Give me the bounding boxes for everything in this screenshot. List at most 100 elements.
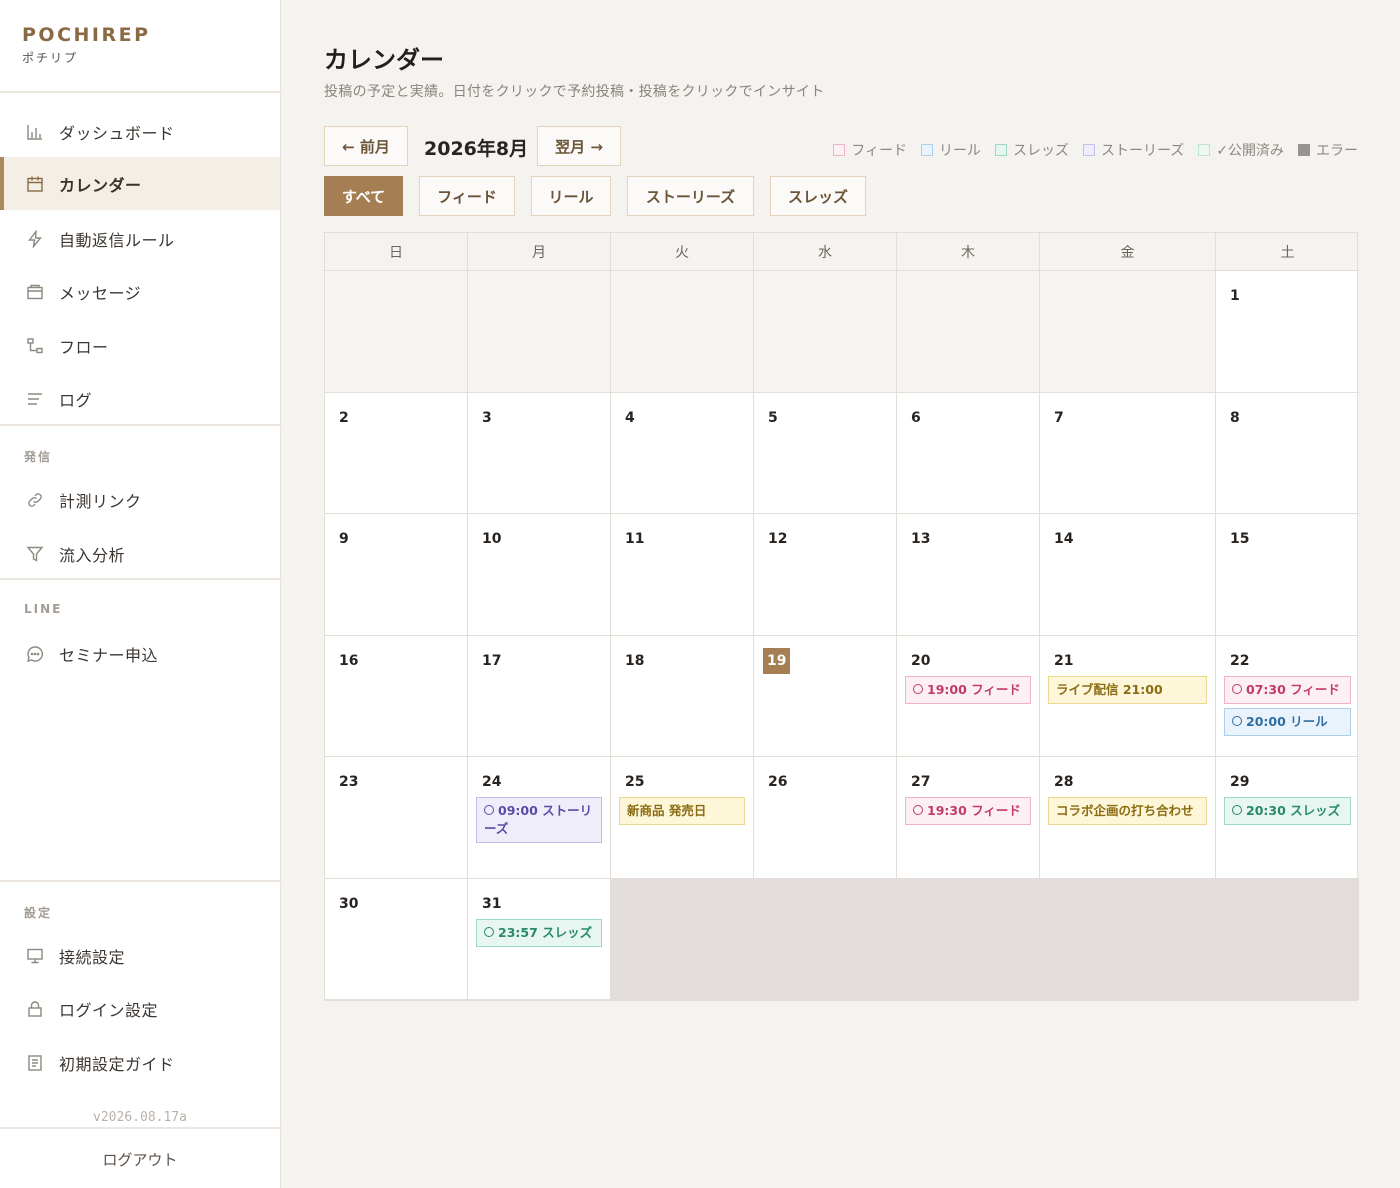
brand[interactable]: POCHIREP ポチリプ (22, 24, 151, 66)
calendar-day[interactable]: 22 07:30 フィード 20:00 リール (1216, 636, 1359, 757)
lightning-icon (25, 229, 45, 249)
day-number: 8 (1230, 409, 1240, 426)
calendar-day[interactable]: 30 (325, 878, 468, 1000)
post-chip-feed[interactable]: 07:30 フィード (1224, 675, 1351, 704)
weekday-wed: 水 (754, 233, 897, 271)
sidebar-item-auto-reply[interactable]: 自動返信ルール (0, 212, 280, 265)
event-chip-memo[interactable]: 新商品 発売日 (619, 797, 745, 825)
day-number: 22 (1230, 652, 1250, 669)
event-chip-memo[interactable]: コラボ企画の打ち合わせ (1048, 797, 1207, 825)
sidebar-item-label: ダッシュボード (59, 123, 175, 143)
post-chip-reel[interactable]: 20:00 リール (1224, 707, 1351, 736)
chat-bubble-icon (25, 644, 45, 664)
calendar-week: 9 10 11 12 13 14 15 (325, 514, 1359, 636)
sidebar-item-traffic-analysis[interactable]: 流入分析 (0, 527, 280, 580)
post-chip-threads[interactable]: 20:30 スレッズ (1224, 797, 1351, 825)
link-icon (25, 490, 45, 510)
sidebar-item-flow[interactable]: フロー (0, 319, 280, 372)
calendar-week: 30 31 23:57 スレッズ (325, 878, 1359, 1000)
calendar-day[interactable]: 3 (468, 392, 611, 514)
page-subtitle: 投稿の予定と実績。日付をクリックで予約投稿・投稿をクリックでインサイト (324, 84, 825, 100)
calendar-day[interactable]: 20 19:00 フィード (897, 635, 1040, 757)
next-month-button[interactable]: 翌月 → (537, 126, 621, 166)
filter-stories[interactable]: ストーリーズ (627, 176, 754, 216)
filter-all[interactable]: すべて (324, 176, 403, 216)
legend-swatch (994, 144, 1007, 156)
filter-feed[interactable]: フィード (419, 176, 515, 216)
event-chip-label: コラボ企画の打ち合わせ (1056, 803, 1194, 818)
day-number: 11 (625, 531, 645, 547)
post-chip-feed[interactable]: 19:00 フィード (905, 675, 1031, 704)
filter-icon (25, 544, 45, 564)
day-number: 25 (625, 774, 645, 790)
day-number: 16 (339, 652, 359, 669)
sidebar-item-calendar[interactable]: カレンダー (0, 157, 280, 210)
calendar-day[interactable]: 21 ライブ配信 21:00 (1040, 635, 1216, 757)
filter-threads[interactable]: スレッズ (770, 176, 866, 216)
calendar-day[interactable]: 16 (325, 635, 468, 757)
sidebar-item-login-settings[interactable]: ログイン設定 (0, 982, 280, 1035)
calendar-grid: 日 月 火 水 木 金 土 1 2 3 4 5 6 7 8 9 10 11 12… (324, 232, 1359, 1001)
calendar-day[interactable]: 2 (325, 392, 468, 514)
sidebar-item-label: フロー (59, 337, 109, 357)
calendar-day[interactable]: 6 (897, 392, 1040, 514)
sidebar-item-setup-guide[interactable]: 初期設定ガイド (0, 1036, 280, 1089)
sidebar-item-dashboard[interactable]: ダッシュボード (0, 105, 280, 158)
calendar-day[interactable]: 1 (1216, 271, 1359, 393)
day-number: 10 (482, 531, 502, 547)
sidebar-item-messages[interactable]: メッセージ (0, 265, 280, 318)
calendar-day[interactable]: 17 (468, 635, 611, 757)
post-chip-feed[interactable]: 19:30 フィード (905, 797, 1031, 825)
calendar-day[interactable]: 15 (1216, 514, 1359, 636)
day-number: 15 (1230, 531, 1250, 547)
sidebar-item-log[interactable]: ログ (0, 372, 280, 425)
calendar-day[interactable]: 4 (611, 392, 754, 514)
post-chip-label: 20:00 リール (1246, 713, 1328, 729)
calendar-day[interactable]: 14 (1040, 514, 1216, 636)
day-number: 14 (1054, 531, 1074, 547)
post-chip-label: 19:30 フィード (927, 803, 1021, 818)
prev-month-button[interactable]: ← 前月 (324, 126, 408, 166)
calendar-day[interactable]: 18 (611, 635, 754, 757)
day-number-today: 19 (763, 647, 791, 674)
calendar-day[interactable]: 8 (1216, 393, 1359, 514)
calendar-day[interactable]: 27 19:30 フィード (897, 757, 1040, 879)
calendar-icon (25, 174, 45, 194)
calendar-day[interactable]: 26 (754, 757, 897, 879)
calendar-day[interactable]: 23 (325, 757, 468, 879)
lock-icon (25, 999, 45, 1019)
day-number: 1 (1230, 288, 1240, 304)
post-chip-stories[interactable]: 09:00 ストーリーズ (476, 797, 602, 843)
filter-reel[interactable]: リール (531, 176, 611, 216)
calendar-day[interactable]: 11 (611, 514, 754, 636)
sidebar-item-seminar-signup[interactable]: セミナー申込 (0, 627, 280, 680)
calendar-day[interactable]: 12 (754, 514, 897, 636)
calendar-day[interactable]: 29 20:30 スレッズ (1216, 757, 1359, 879)
divider (0, 578, 281, 580)
logout-button[interactable]: ログアウト (0, 1130, 280, 1188)
sidebar-item-label: カレンダー (59, 175, 142, 195)
calendar-day[interactable]: 10 (468, 514, 611, 636)
calendar-day[interactable]: 5 (754, 392, 897, 514)
legend-item-stories: ストーリーズ (1082, 140, 1184, 160)
calendar-day[interactable]: 7 (1040, 392, 1216, 514)
legend-swatch (1198, 144, 1211, 156)
event-chip-memo[interactable]: ライブ配信 21:00 (1048, 675, 1207, 704)
calendar-day-today[interactable]: 19 (754, 635, 897, 757)
calendar-day[interactable]: 13 (897, 514, 1040, 636)
clock-icon (1232, 715, 1242, 726)
calendar-day[interactable]: 28 コラボ企画の打ち合わせ (1040, 757, 1216, 879)
sidebar-item-tracking-link[interactable]: 計測リンク (0, 473, 280, 526)
legend: フィード リール スレッズ ストーリーズ ✓公開済み エラー (833, 140, 1358, 160)
section-label-settings: 設定 (24, 906, 53, 920)
legend-label: リール (938, 143, 981, 159)
post-chip-threads[interactable]: 23:57 スレッズ (476, 918, 602, 947)
section-label-line: LINE (24, 602, 63, 616)
legend-item-threads: スレッズ (994, 140, 1069, 160)
calendar-day[interactable]: 9 (325, 514, 468, 636)
post-chip-label: 09:00 ストーリーズ (484, 803, 593, 836)
calendar-day[interactable]: 25 新商品 発売日 (611, 757, 754, 879)
calendar-day[interactable]: 31 23:57 スレッズ (468, 878, 611, 1000)
calendar-day[interactable]: 24 09:00 ストーリーズ (468, 757, 611, 879)
sidebar-item-connection-settings[interactable]: 接続設定 (0, 929, 280, 982)
